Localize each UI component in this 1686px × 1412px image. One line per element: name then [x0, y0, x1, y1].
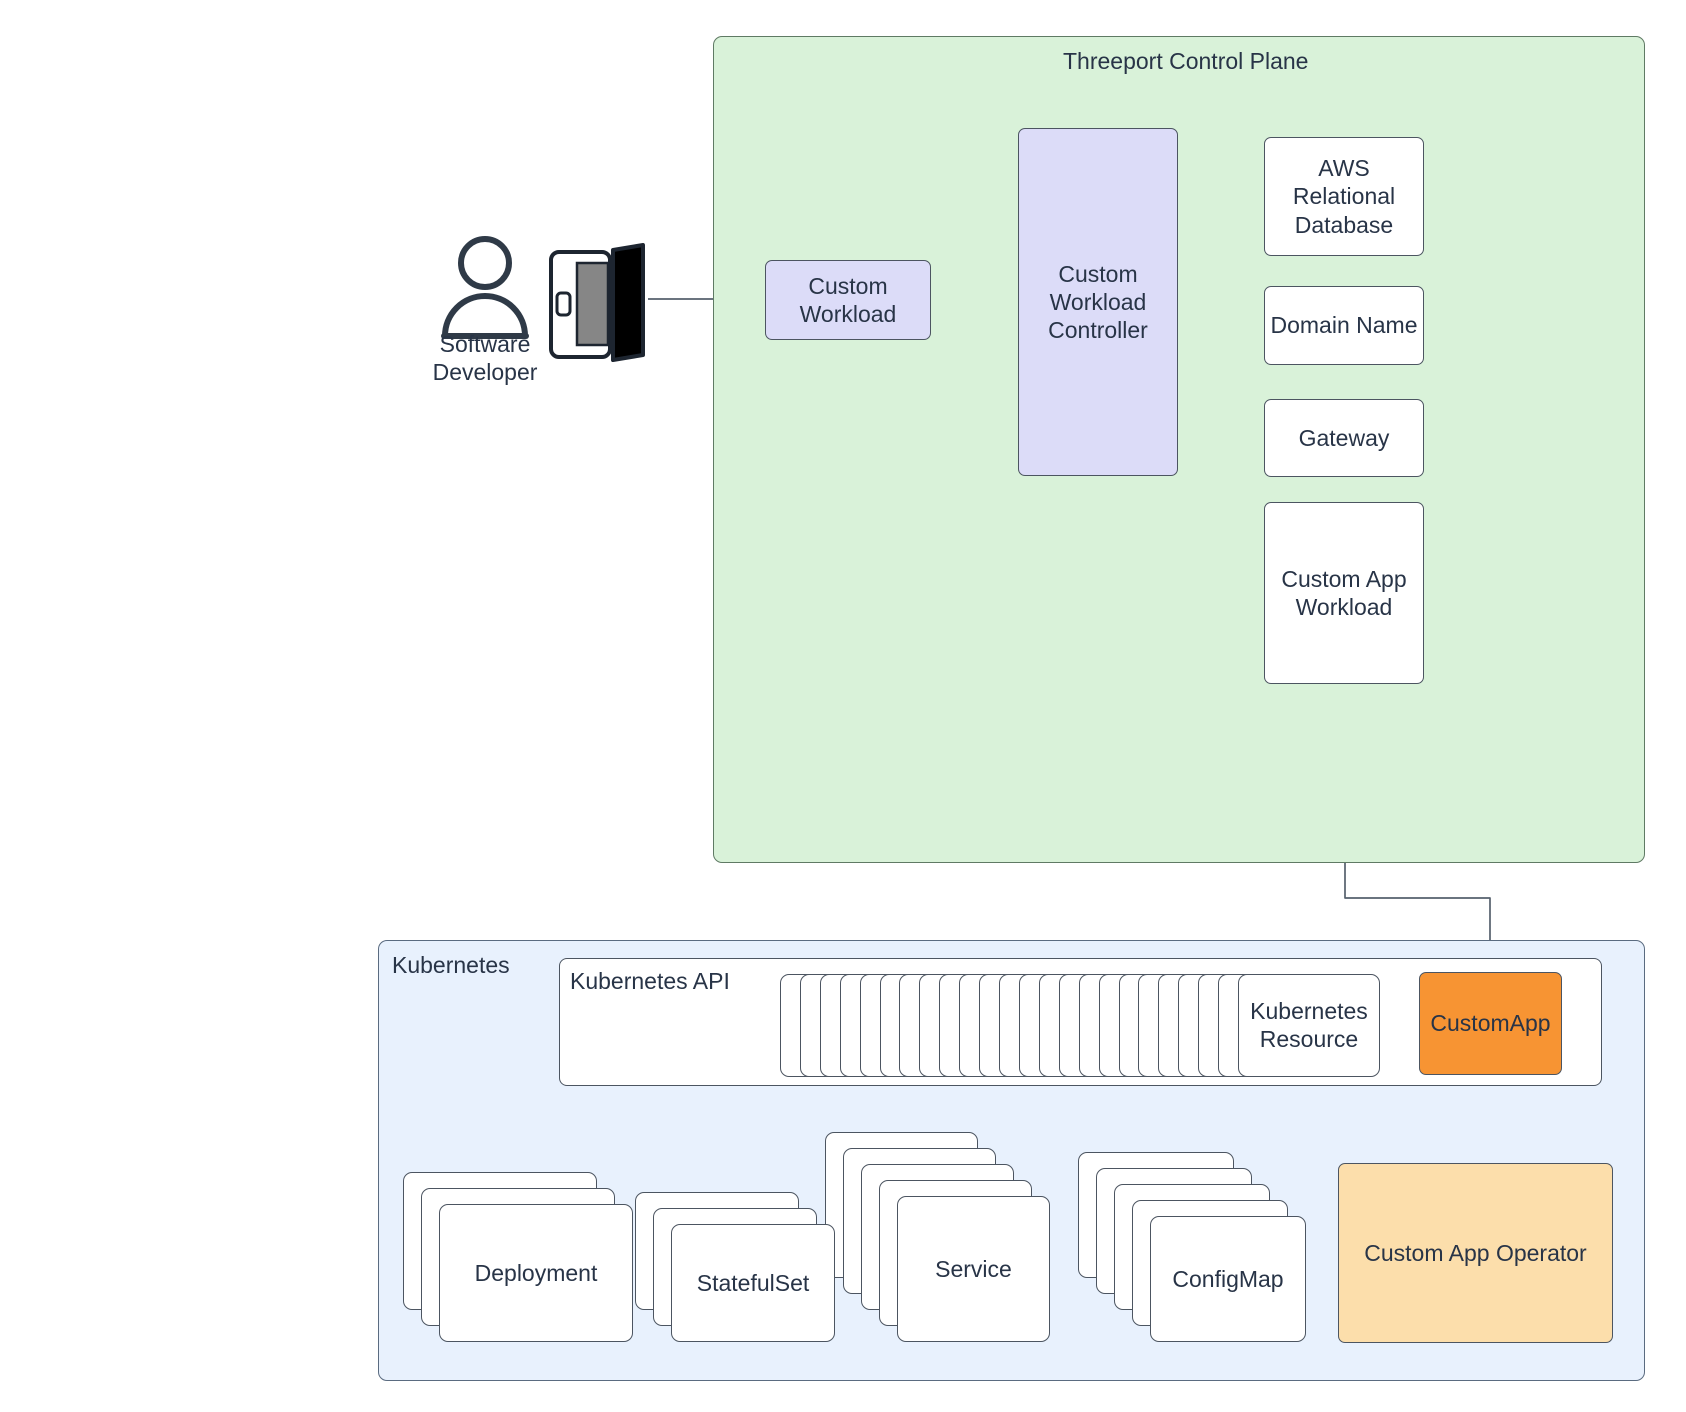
label-line2: Workload: [1295, 594, 1393, 620]
kubernetes-api-title: Kubernetes API: [570, 968, 730, 994]
threeport-control-plane-group: [713, 36, 1645, 863]
node-custom-workload-controller[interactable]: Custom Workload Controller: [1018, 128, 1178, 476]
developer-label-line1: Software: [439, 331, 531, 357]
software-developer-actor: [440, 235, 530, 340]
label-line3: Database: [1294, 211, 1394, 238]
deck-statefulset[interactable]: StatefulSet: [635, 1192, 835, 1342]
label-line1: AWS: [1318, 155, 1370, 182]
laptop-icon: [549, 243, 645, 362]
deck-service-front-card: Service: [897, 1196, 1050, 1342]
threeport-control-plane-title: Threeport Control Plane: [1063, 48, 1309, 74]
kubernetes-group-title: Kubernetes: [392, 952, 510, 978]
label-line1: Custom: [808, 272, 888, 299]
label-line2: Workload: [799, 301, 897, 327]
label-line2: Relational: [1292, 183, 1396, 210]
deck-deployment[interactable]: Deployment: [403, 1172, 633, 1342]
label-line2: Workload: [1049, 288, 1147, 315]
deck-service[interactable]: Service: [825, 1132, 1050, 1342]
node-custom-app-operator[interactable]: Custom App Operator: [1338, 1163, 1613, 1343]
node-custom-workload[interactable]: Custom Workload: [765, 260, 931, 340]
deck-configmap[interactable]: ConfigMap: [1078, 1152, 1306, 1342]
user-person-icon: [441, 236, 529, 339]
deck-deployment-front-card: Deployment: [439, 1204, 633, 1342]
node-gateway[interactable]: Gateway: [1264, 399, 1424, 477]
label-line3: Controller: [1048, 317, 1148, 344]
node-custom-workload-label: Custom Workload: [800, 272, 897, 328]
node-domain-name[interactable]: Domain Name: [1264, 286, 1424, 365]
node-custom-workload-controller-label: Custom Workload Controller: [1048, 260, 1148, 344]
node-aws-rds-label: AWS Relational Database: [1293, 154, 1395, 238]
label-line1: Custom: [1058, 260, 1138, 287]
kubernetes-resource-card-front: Kubernetes Resource: [1238, 974, 1380, 1077]
node-custom-app-workload[interactable]: Custom App Workload: [1264, 502, 1424, 684]
node-customapp[interactable]: CustomApp: [1419, 972, 1562, 1075]
node-aws-relational-database[interactable]: AWS Relational Database: [1264, 137, 1424, 256]
software-developer-label: Software Developer: [400, 330, 570, 386]
node-custom-app-workload-label: Custom App Workload: [1281, 565, 1406, 621]
diagram-canvas: Threeport Control Plane Software Develop…: [0, 0, 1686, 1412]
laptop-icon-wrap: [548, 243, 648, 363]
label-line1: Custom App: [1281, 565, 1407, 592]
deck-statefulset-front-card: StatefulSet: [671, 1224, 835, 1342]
label-line1: Kubernetes: [1250, 997, 1368, 1024]
deck-configmap-front-card: ConfigMap: [1150, 1216, 1306, 1342]
developer-label-line2: Developer: [432, 359, 538, 386]
kubernetes-resource-label: Kubernetes Resource: [1250, 998, 1368, 1053]
label-line2: Resource: [1259, 1025, 1359, 1052]
kubernetes-resource-deck[interactable]: Kubernetes Resource: [780, 974, 1380, 1080]
